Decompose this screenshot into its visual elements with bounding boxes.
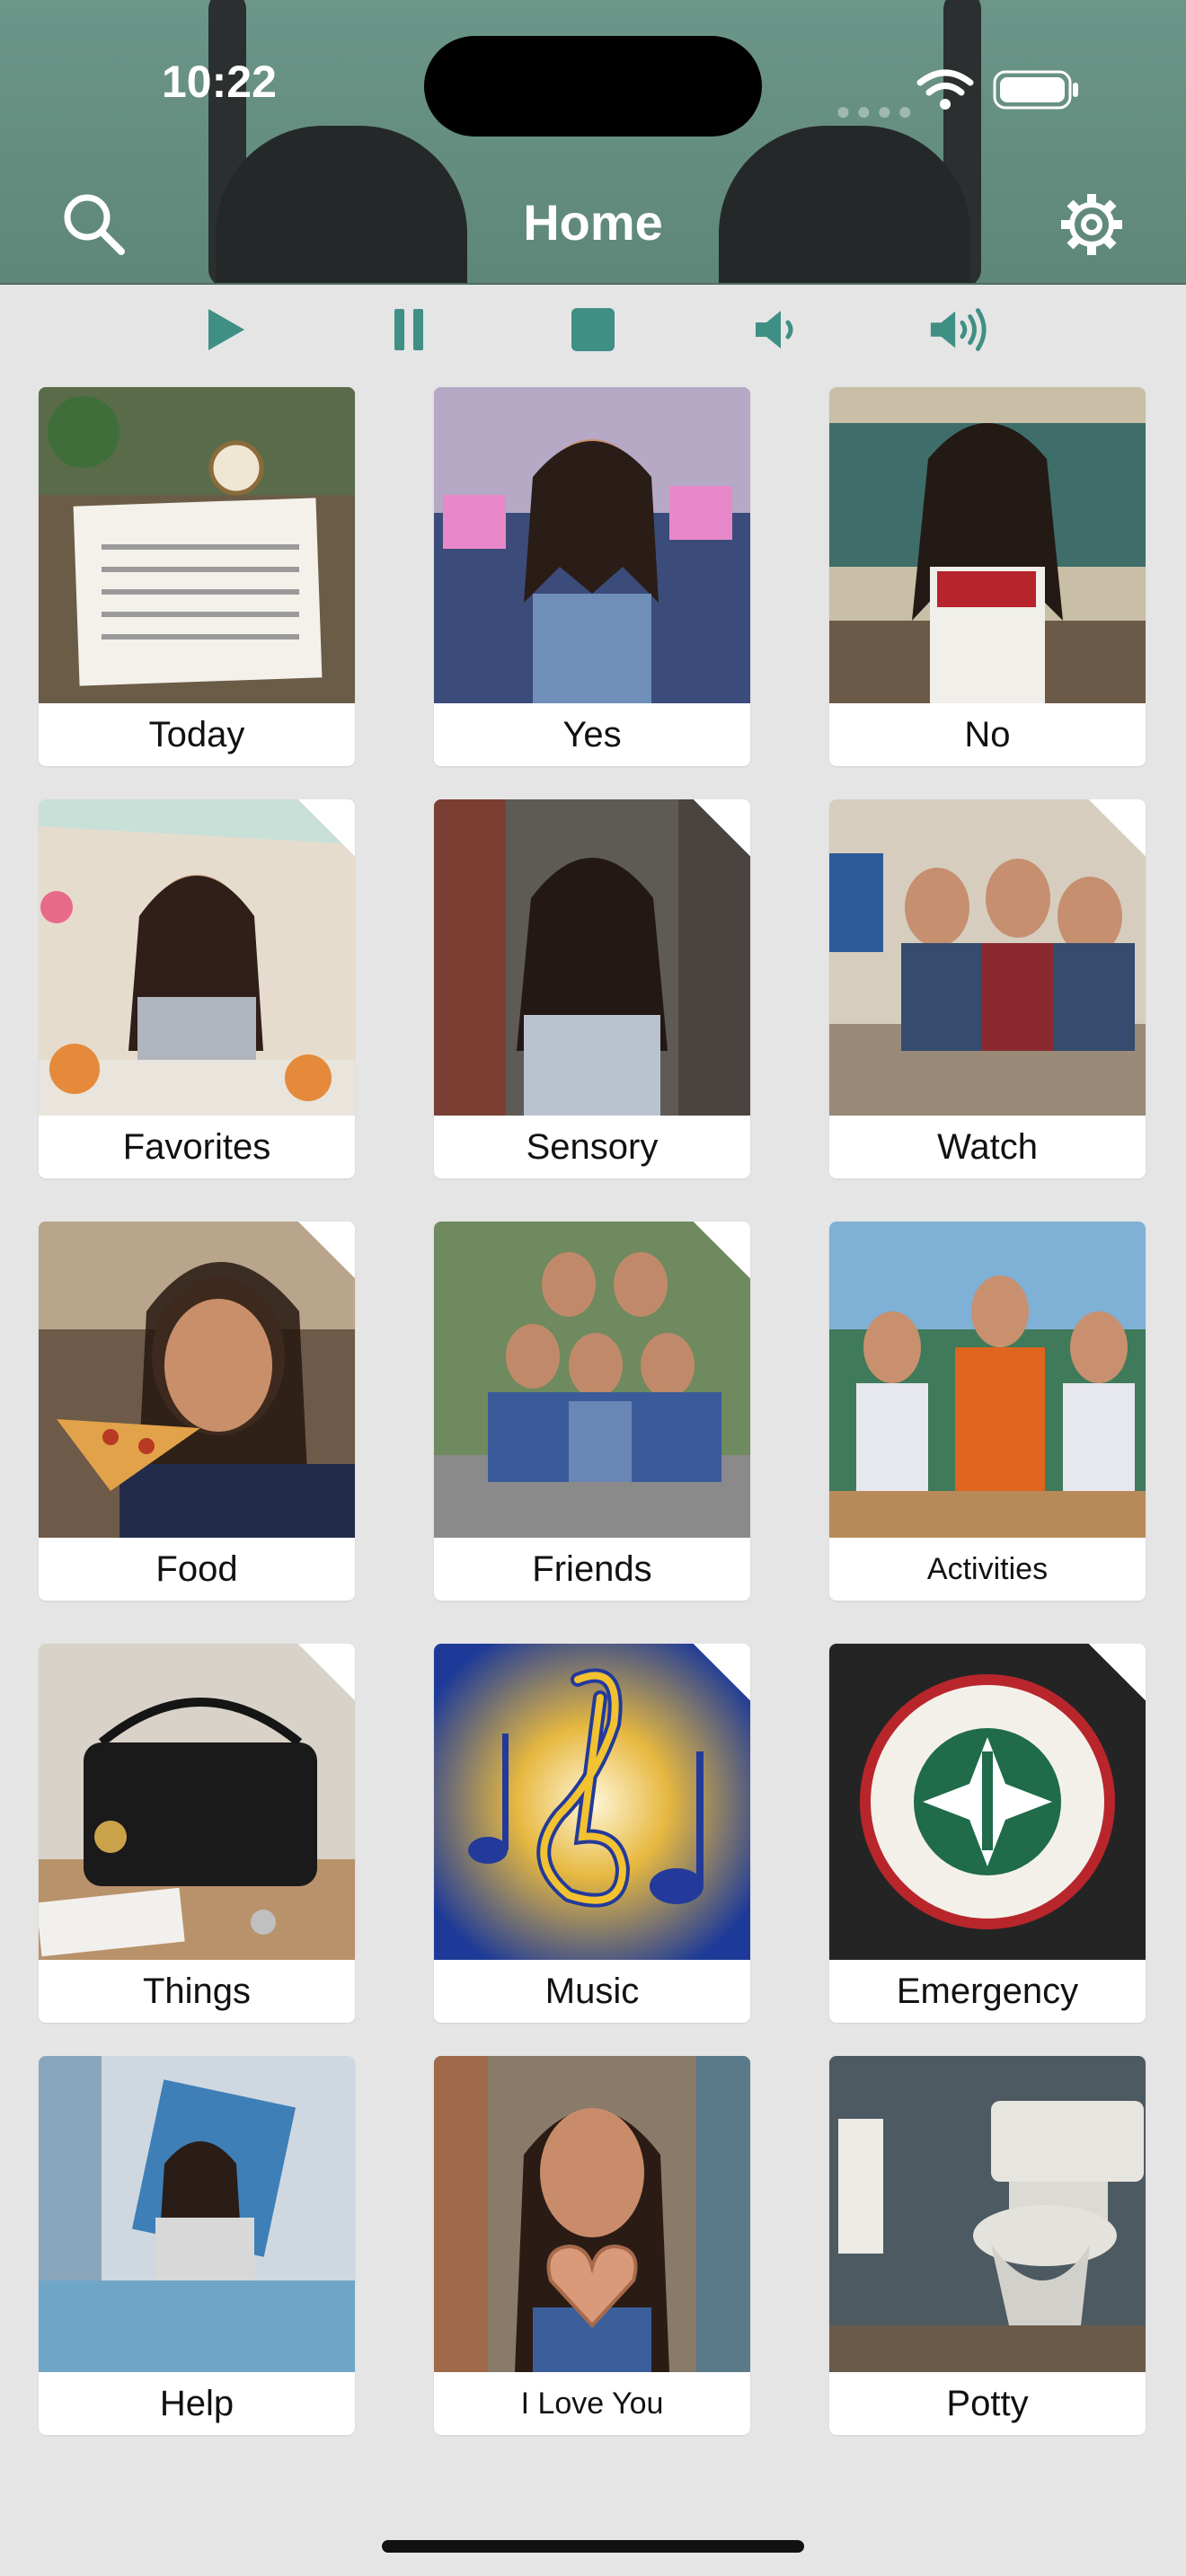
tile-today[interactable]: Today (39, 387, 355, 766)
tile-friends[interactable]: Friends (434, 1222, 750, 1601)
heart-hands-photo-image (434, 2056, 750, 2372)
status-time: 10:22 (162, 57, 277, 107)
calendar-image (39, 387, 355, 703)
page-title: Home (523, 194, 663, 251)
activities-photo-image (829, 1222, 1146, 1538)
yes-photo-image (434, 387, 750, 703)
volume-down-button[interactable] (746, 298, 809, 361)
sensory-photo-image (434, 799, 750, 1116)
home-indicator[interactable] (382, 2540, 804, 2553)
pause-icon (394, 309, 423, 350)
tile-i-love-you[interactable]: I Love You (434, 2056, 750, 2435)
play-button[interactable] (194, 298, 257, 361)
tile-no[interactable]: No (829, 387, 1146, 766)
signal-icon: ●●●● (836, 97, 918, 125)
tile-label: Yes (562, 715, 622, 754)
tile-label: Favorites (122, 1127, 271, 1167)
tile-label: I Love You (520, 2386, 664, 2421)
tile-activities[interactable]: Activities (829, 1222, 1146, 1601)
nav-header: 10:22 ●●●● Home (0, 0, 1186, 285)
no-photo-image (829, 387, 1146, 703)
volume-up-button[interactable] (927, 298, 990, 361)
battery-icon (993, 70, 1078, 110)
tile-emergency[interactable]: Emergency (829, 1644, 1146, 2023)
help-photo-image (39, 2056, 355, 2372)
tile-food[interactable]: Food (39, 1222, 355, 1601)
tile-music[interactable]: Music (434, 1644, 750, 2023)
settings-button[interactable] (1051, 184, 1132, 265)
tile-help[interactable]: Help (39, 2056, 355, 2435)
tile-label: Help (159, 2384, 235, 2423)
tile-label: Things (142, 1972, 252, 2011)
tile-label: Music (544, 1972, 640, 2011)
play-icon (208, 309, 244, 350)
tile-label: Activities (926, 1552, 1049, 1586)
pause-button[interactable] (377, 298, 440, 361)
watch-photo-image (829, 799, 1146, 1116)
tile-potty[interactable]: Potty (829, 2056, 1146, 2435)
stop-icon (571, 308, 615, 351)
status-icons: ●●●● (836, 63, 1087, 125)
tile-watch[interactable]: Watch (829, 799, 1146, 1178)
tile-label: Friends (532, 1549, 652, 1589)
tile-yes[interactable]: Yes (434, 387, 750, 766)
friends-photo-image (434, 1222, 750, 1538)
tile-label: Emergency (896, 1972, 1079, 2011)
volume-low-icon (756, 311, 793, 348)
wifi-icon (916, 69, 974, 110)
tile-sensory[interactable]: Sensory (434, 799, 750, 1178)
stop-button[interactable] (562, 298, 624, 361)
food-photo-image (39, 1222, 355, 1538)
emergency-emblem-image (829, 1644, 1146, 1960)
tile-label: Watch (937, 1127, 1038, 1167)
gear-icon (1061, 194, 1122, 255)
tile-favorites[interactable]: Favorites (39, 799, 355, 1178)
dynamic-island (424, 36, 762, 137)
tile-label: Today (148, 715, 245, 754)
tile-label: Sensory (526, 1127, 659, 1167)
volume-high-icon (930, 308, 987, 351)
toilet-photo-image (829, 2056, 1146, 2372)
favorites-photo-image (39, 799, 355, 1116)
playback-toolbar (0, 287, 1186, 368)
music-note-image (434, 1644, 750, 1960)
tile-things[interactable]: Things (39, 1644, 355, 2023)
tile-label: Food (155, 1549, 238, 1589)
things-photo-image (39, 1644, 355, 1960)
tile-label: No (964, 715, 1011, 754)
tile-label: Potty (946, 2384, 1029, 2423)
